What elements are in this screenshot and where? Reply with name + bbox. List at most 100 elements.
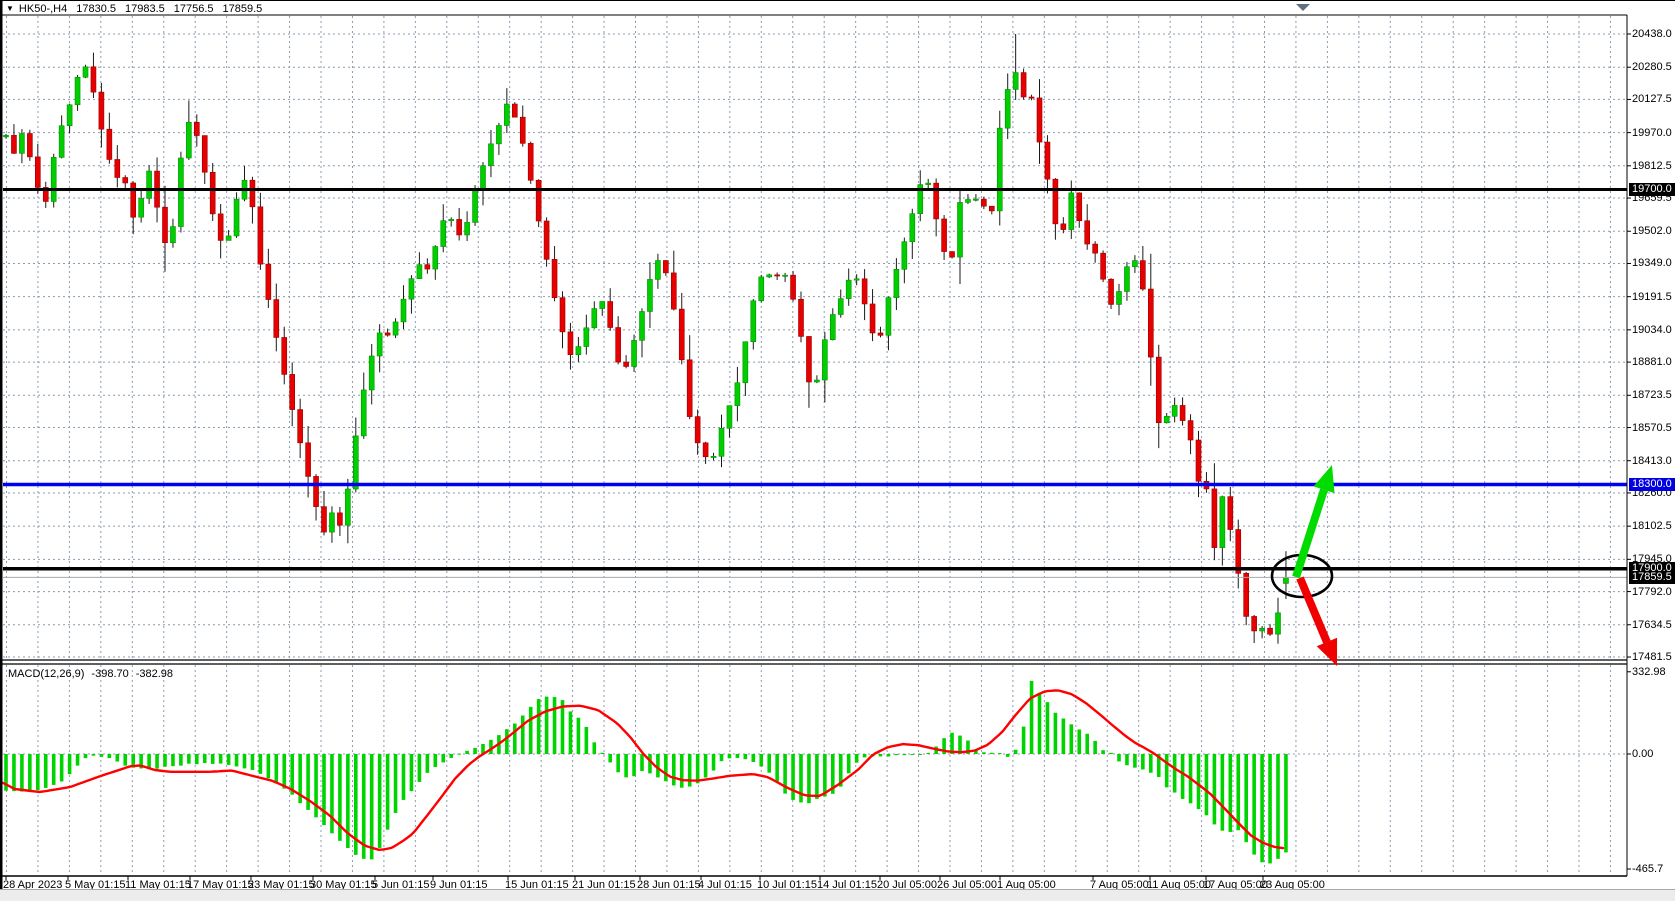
macd-bar: [1236, 754, 1240, 830]
macd-indicator-label: MACD(12,26,9)-398.70-382.98: [8, 668, 180, 680]
bearish-candle: [528, 143, 533, 180]
quote-open: 17830.5: [76, 3, 116, 15]
macd-signal-value: -382.98: [136, 668, 173, 680]
bearish-arrow[interactable]: [1300, 578, 1327, 642]
macd-bar: [1006, 754, 1010, 757]
macd-bar: [593, 742, 597, 754]
macd-bar: [1165, 754, 1169, 787]
macd-bar: [1030, 681, 1034, 754]
bearish-candle: [115, 159, 120, 177]
macd-bar: [473, 748, 477, 754]
chart-canvas[interactable]: [0, 1, 1675, 901]
macd-bar: [585, 727, 589, 754]
bullish-arrow[interactable]: [1296, 490, 1324, 577]
bearish-candle: [1101, 253, 1106, 279]
bearish-candle: [314, 476, 319, 506]
bullish-candle: [377, 333, 382, 356]
bullish-candle: [965, 200, 970, 203]
bullish-candle: [647, 279, 652, 311]
bullish-candle: [767, 275, 772, 277]
macd-bar: [12, 754, 16, 791]
macd-bar: [744, 754, 748, 759]
bearish-candle: [306, 443, 311, 477]
macd-bar: [1125, 754, 1129, 765]
macd-bar: [426, 754, 430, 773]
bearish-candle: [1188, 421, 1193, 440]
bullish-candle: [481, 166, 486, 189]
bearish-candle: [791, 275, 796, 299]
price-tick-label: 17481.5: [1632, 651, 1672, 663]
chart-shift-marker-icon[interactable]: [1296, 4, 1310, 11]
macd-bar: [100, 754, 104, 757]
bearish-candle: [1180, 405, 1185, 420]
bullish-candle: [178, 158, 183, 227]
macd-bar: [1213, 754, 1217, 824]
bearish-candle: [552, 259, 557, 297]
bullish-candle: [902, 242, 907, 270]
candlesticks-layer: [4, 34, 1289, 644]
macd-bar: [1070, 724, 1074, 754]
bearish-candle: [163, 207, 168, 242]
bearish-candle: [695, 417, 700, 443]
bearish-candle: [322, 507, 327, 532]
bearish-candle: [298, 410, 303, 443]
macd-name: MACD(12,26,9): [8, 668, 84, 680]
macd-bar: [227, 754, 231, 765]
macd-bar: [553, 697, 557, 754]
macd-bar: [672, 754, 676, 785]
bearish-candle: [202, 136, 207, 173]
macd-tick-label: -465.7: [1632, 863, 1663, 875]
macd-bar: [728, 754, 732, 758]
bullish-candle: [1069, 193, 1074, 230]
bearish-candle: [266, 264, 271, 299]
macd-tick-label: 332.98: [1632, 666, 1666, 678]
chart-title: ▼HK50-,H417830.517983.517756.517859.5: [6, 3, 271, 15]
bearish-candle: [775, 275, 780, 276]
macd-bar: [1038, 693, 1042, 754]
bullish-candle: [1164, 416, 1169, 422]
macd-bar: [569, 711, 573, 754]
macd-bar: [116, 754, 120, 762]
bearish-candle: [1212, 489, 1217, 548]
macd-bar: [767, 754, 771, 773]
bearish-candle: [989, 206, 994, 211]
macd-bar: [267, 754, 271, 778]
bearish-candle: [624, 362, 629, 366]
bearish-candle: [536, 180, 541, 221]
bullish-candle: [814, 380, 819, 382]
chart-window: ▼HK50-,H417830.517983.517756.517859.5 MA…: [0, 0, 1675, 901]
macd-bar: [545, 697, 549, 754]
bearish-candle: [1029, 97, 1034, 98]
macd-bar: [84, 754, 88, 758]
bearish-candle: [878, 333, 883, 335]
symbol-dropdown-icon[interactable]: ▼: [6, 4, 14, 13]
macd-bar: [712, 754, 716, 771]
macd-bar: [823, 754, 827, 797]
macd-bar: [918, 754, 922, 755]
bullish-candle: [234, 199, 239, 236]
bullish-candle: [488, 144, 493, 166]
macd-bar: [887, 754, 891, 756]
macd-bar: [441, 754, 445, 762]
macd-bar: [251, 754, 255, 770]
macd-bar: [1109, 753, 1113, 754]
macd-bar: [1093, 741, 1097, 754]
macd-bar: [624, 754, 628, 777]
quote-high: 17983.5: [125, 3, 165, 15]
bearish-candle: [512, 104, 517, 117]
bullish-candle: [886, 298, 891, 336]
bearish-candle: [1109, 279, 1114, 304]
bullish-candle: [894, 269, 899, 297]
bullish-candle: [719, 428, 724, 456]
macd-bar: [1085, 734, 1089, 754]
bearish-candle: [11, 135, 16, 153]
price-tick-label: 18881.0: [1632, 356, 1672, 368]
bearish-candle: [99, 92, 104, 129]
bullish-candle: [830, 315, 835, 340]
bearish-candle: [1236, 530, 1241, 574]
bearish-candle: [870, 304, 875, 333]
bullish-arrow-head[interactable]: [1314, 465, 1335, 493]
bullish-candle: [1283, 577, 1288, 583]
price-badge-18300.0: 18300.0: [1629, 478, 1675, 491]
bearish-candle: [123, 178, 128, 183]
